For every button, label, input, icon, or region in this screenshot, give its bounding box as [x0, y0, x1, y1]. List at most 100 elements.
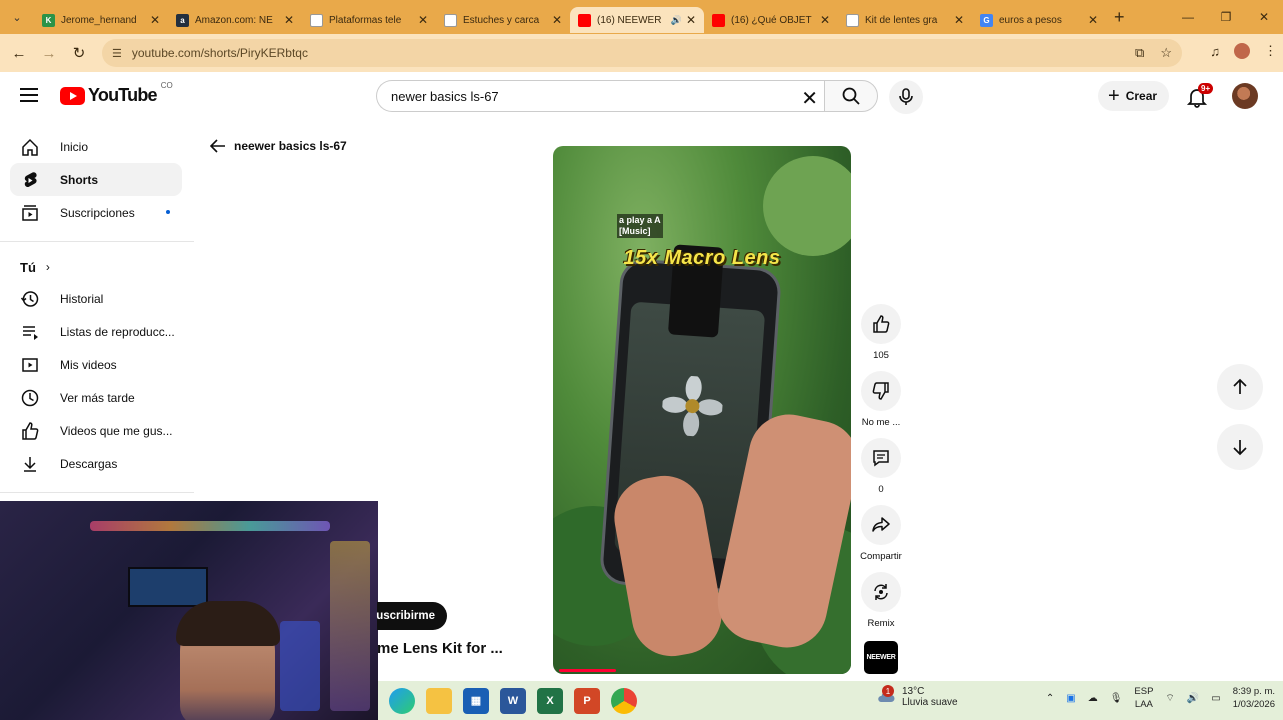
browser-tab[interactable]: (16) NEEWER 🔊 ✕	[570, 7, 704, 33]
powerpoint-icon[interactable]: P	[574, 687, 600, 714]
tab-title: Estuches y carca	[463, 14, 540, 26]
short-video-player[interactable]: a play a A [Music] 15x Macro Lens	[553, 146, 851, 674]
channel-logo[interactable]: NEEWER	[864, 641, 898, 674]
foliage	[763, 156, 851, 256]
arrow-down-icon	[1233, 440, 1247, 456]
clear-search-icon[interactable]: ✕	[801, 86, 818, 111]
input-language[interactable]: ESP LAA	[1134, 685, 1153, 711]
browser-tab[interactable]: Estuches y carca ✕	[436, 7, 570, 33]
site-info-icon[interactable]: ☰	[112, 47, 122, 60]
file-explorer-icon[interactable]	[426, 687, 452, 714]
next-short-button[interactable]	[1217, 424, 1263, 470]
minimize-icon[interactable]: —	[1169, 0, 1207, 34]
close-window-icon[interactable]: ✕	[1245, 0, 1283, 34]
sidebar-you-heading[interactable]: Tú ›	[0, 252, 194, 282]
close-tab-icon[interactable]: ✕	[150, 13, 160, 27]
close-tab-icon[interactable]: ✕	[1088, 13, 1098, 27]
browser-tab[interactable]: Kit de lentes gra ✕	[838, 7, 972, 33]
your-videos-icon	[20, 355, 40, 375]
sidebar-item-mis-videos[interactable]: Mis videos	[10, 348, 182, 381]
video-progress-bar[interactable]	[559, 669, 617, 672]
browser-tab[interactable]: Plataformas tele ✕	[302, 7, 436, 33]
sidebar-item-label: Historial	[60, 291, 104, 306]
dislike-label: No me ...	[861, 417, 901, 428]
browser-tab[interactable]: a Amazon.com: NE ✕	[168, 7, 302, 33]
previous-short-button[interactable]	[1217, 364, 1263, 410]
comments-button[interactable]	[861, 438, 901, 478]
remix-button[interactable]	[861, 572, 901, 612]
close-tab-icon[interactable]: ✕	[284, 13, 294, 27]
microphone-tray-icon[interactable]: 🎙	[1110, 693, 1123, 704]
excel-icon[interactable]: X	[537, 687, 563, 714]
close-tab-icon[interactable]: ✕	[552, 13, 562, 27]
plus-icon: +	[1108, 85, 1120, 107]
video-title[interactable]: me Lens Kit for ...	[377, 640, 503, 657]
dislike-button[interactable]	[861, 371, 901, 411]
sidebar-item-videos-que-me-gus[interactable]: Videos que me gus...	[10, 414, 182, 447]
weather-widget[interactable]: 1 13°C Lluvia suave	[876, 685, 958, 708]
restore-icon[interactable]: ❐	[1207, 0, 1245, 34]
chrome-icon[interactable]	[611, 687, 637, 714]
media-controls-icon[interactable]: ♫	[1210, 44, 1220, 59]
new-tab-icon[interactable]: +	[1114, 7, 1125, 28]
show-hidden-icons-icon[interactable]: ⌃	[1046, 693, 1054, 704]
subscribe-button[interactable]: uscribirme	[376, 602, 447, 630]
sidebar-item-listas-de-reproducc[interactable]: Listas de reproducc...	[10, 315, 182, 348]
browser-tab[interactable]: Geuros a pesos ✕	[972, 7, 1106, 33]
browser-toolbar: ← → ↻ ☰ youtube.com/shorts/PiryKERbtqc ⧉…	[0, 34, 1283, 72]
caption-line-2: [Music]	[619, 226, 651, 236]
store-icon[interactable]: ▦	[463, 687, 489, 714]
country-code: CO	[160, 81, 173, 90]
bookmark-star-icon[interactable]: ☆	[1160, 45, 1172, 61]
account-avatar[interactable]	[1232, 83, 1258, 109]
close-tab-icon[interactable]: ✕	[686, 13, 696, 27]
onedrive-icon[interactable]: ☁	[1088, 693, 1098, 704]
volume-icon[interactable]: 🔊	[1187, 693, 1199, 704]
like-button[interactable]	[861, 304, 901, 344]
voice-search-button[interactable]	[889, 80, 923, 114]
create-button[interactable]: + Crear	[1098, 81, 1170, 111]
browser-tab[interactable]: K Jerome_hernand ✕	[34, 7, 168, 33]
sidebar-item-historial[interactable]: Historial	[10, 282, 182, 315]
battery-icon[interactable]: ▭	[1211, 693, 1220, 704]
remix-action: Remix	[861, 572, 901, 629]
video-overlay-title: 15x Macro Lens	[623, 247, 781, 269]
system-tray: ⌃ ▣ ☁ 🎙 ESP LAA ⌔ 🔊 ▭ 8:39 p. m. 1/03/20…	[1046, 685, 1275, 711]
close-tab-icon[interactable]: ✕	[820, 13, 830, 27]
search-button[interactable]	[824, 80, 878, 112]
install-app-icon[interactable]: ⧉	[1135, 45, 1144, 61]
menu-icon[interactable]	[20, 88, 38, 102]
system-clock[interactable]: 8:39 p. m. 1/03/2026	[1233, 685, 1275, 711]
edge-icon[interactable]	[389, 687, 415, 714]
tray-app-icon[interactable]: ▣	[1066, 693, 1075, 704]
back-icon[interactable]: ←	[4, 45, 34, 62]
browser-tab[interactable]: (16) ¿Qué OBJET ✕	[704, 7, 838, 33]
youtube-logo[interactable]: YouTube CO	[60, 81, 173, 106]
close-tab-icon[interactable]: ✕	[954, 13, 964, 27]
sidebar-item-shorts[interactable]: Shorts	[10, 163, 182, 196]
sidebar-item-suscripciones[interactable]: Suscripciones	[10, 196, 182, 229]
logo-text: YouTube	[88, 85, 158, 105]
sidebar-divider	[0, 492, 194, 493]
sidebar-item-ver-más-tarde[interactable]: Ver más tarde	[10, 381, 182, 414]
weather-temperature: 13°C	[902, 686, 925, 697]
browser-tab-strip: ⌄ K Jerome_hernand ✕ a Amazon.com: NE ✕ Plataf…	[0, 0, 1283, 34]
reload-icon[interactable]: ↻	[64, 44, 94, 62]
forward-icon[interactable]: →	[34, 45, 64, 62]
close-tab-icon[interactable]: ✕	[418, 13, 428, 27]
wifi-icon[interactable]: ⌔	[1165, 692, 1174, 705]
word-icon[interactable]: W	[500, 687, 526, 714]
sidebar-item-descargas[interactable]: Descargas	[10, 447, 182, 480]
comment-count: 0	[878, 484, 884, 495]
tab-audio-icon[interactable]: 🔊	[671, 15, 682, 26]
browser-menu-icon[interactable]: ⋮	[1264, 43, 1277, 59]
address-bar[interactable]: ☰ youtube.com/shorts/PiryKERbtqc ⧉ ☆	[102, 39, 1182, 67]
tab-search-icon[interactable]: ⌄	[6, 6, 28, 28]
youtube-play-icon	[60, 86, 85, 105]
profile-avatar[interactable]	[1234, 43, 1250, 59]
back-link-label: neewer basics ls-67	[234, 139, 347, 153]
sidebar-item-inicio[interactable]: Inicio	[10, 130, 182, 163]
share-button[interactable]	[860, 505, 901, 545]
back-to-search-link[interactable]: neewer basics ls-67	[210, 139, 347, 153]
search-input[interactable]: newer basics ls-67 ✕	[376, 80, 824, 112]
